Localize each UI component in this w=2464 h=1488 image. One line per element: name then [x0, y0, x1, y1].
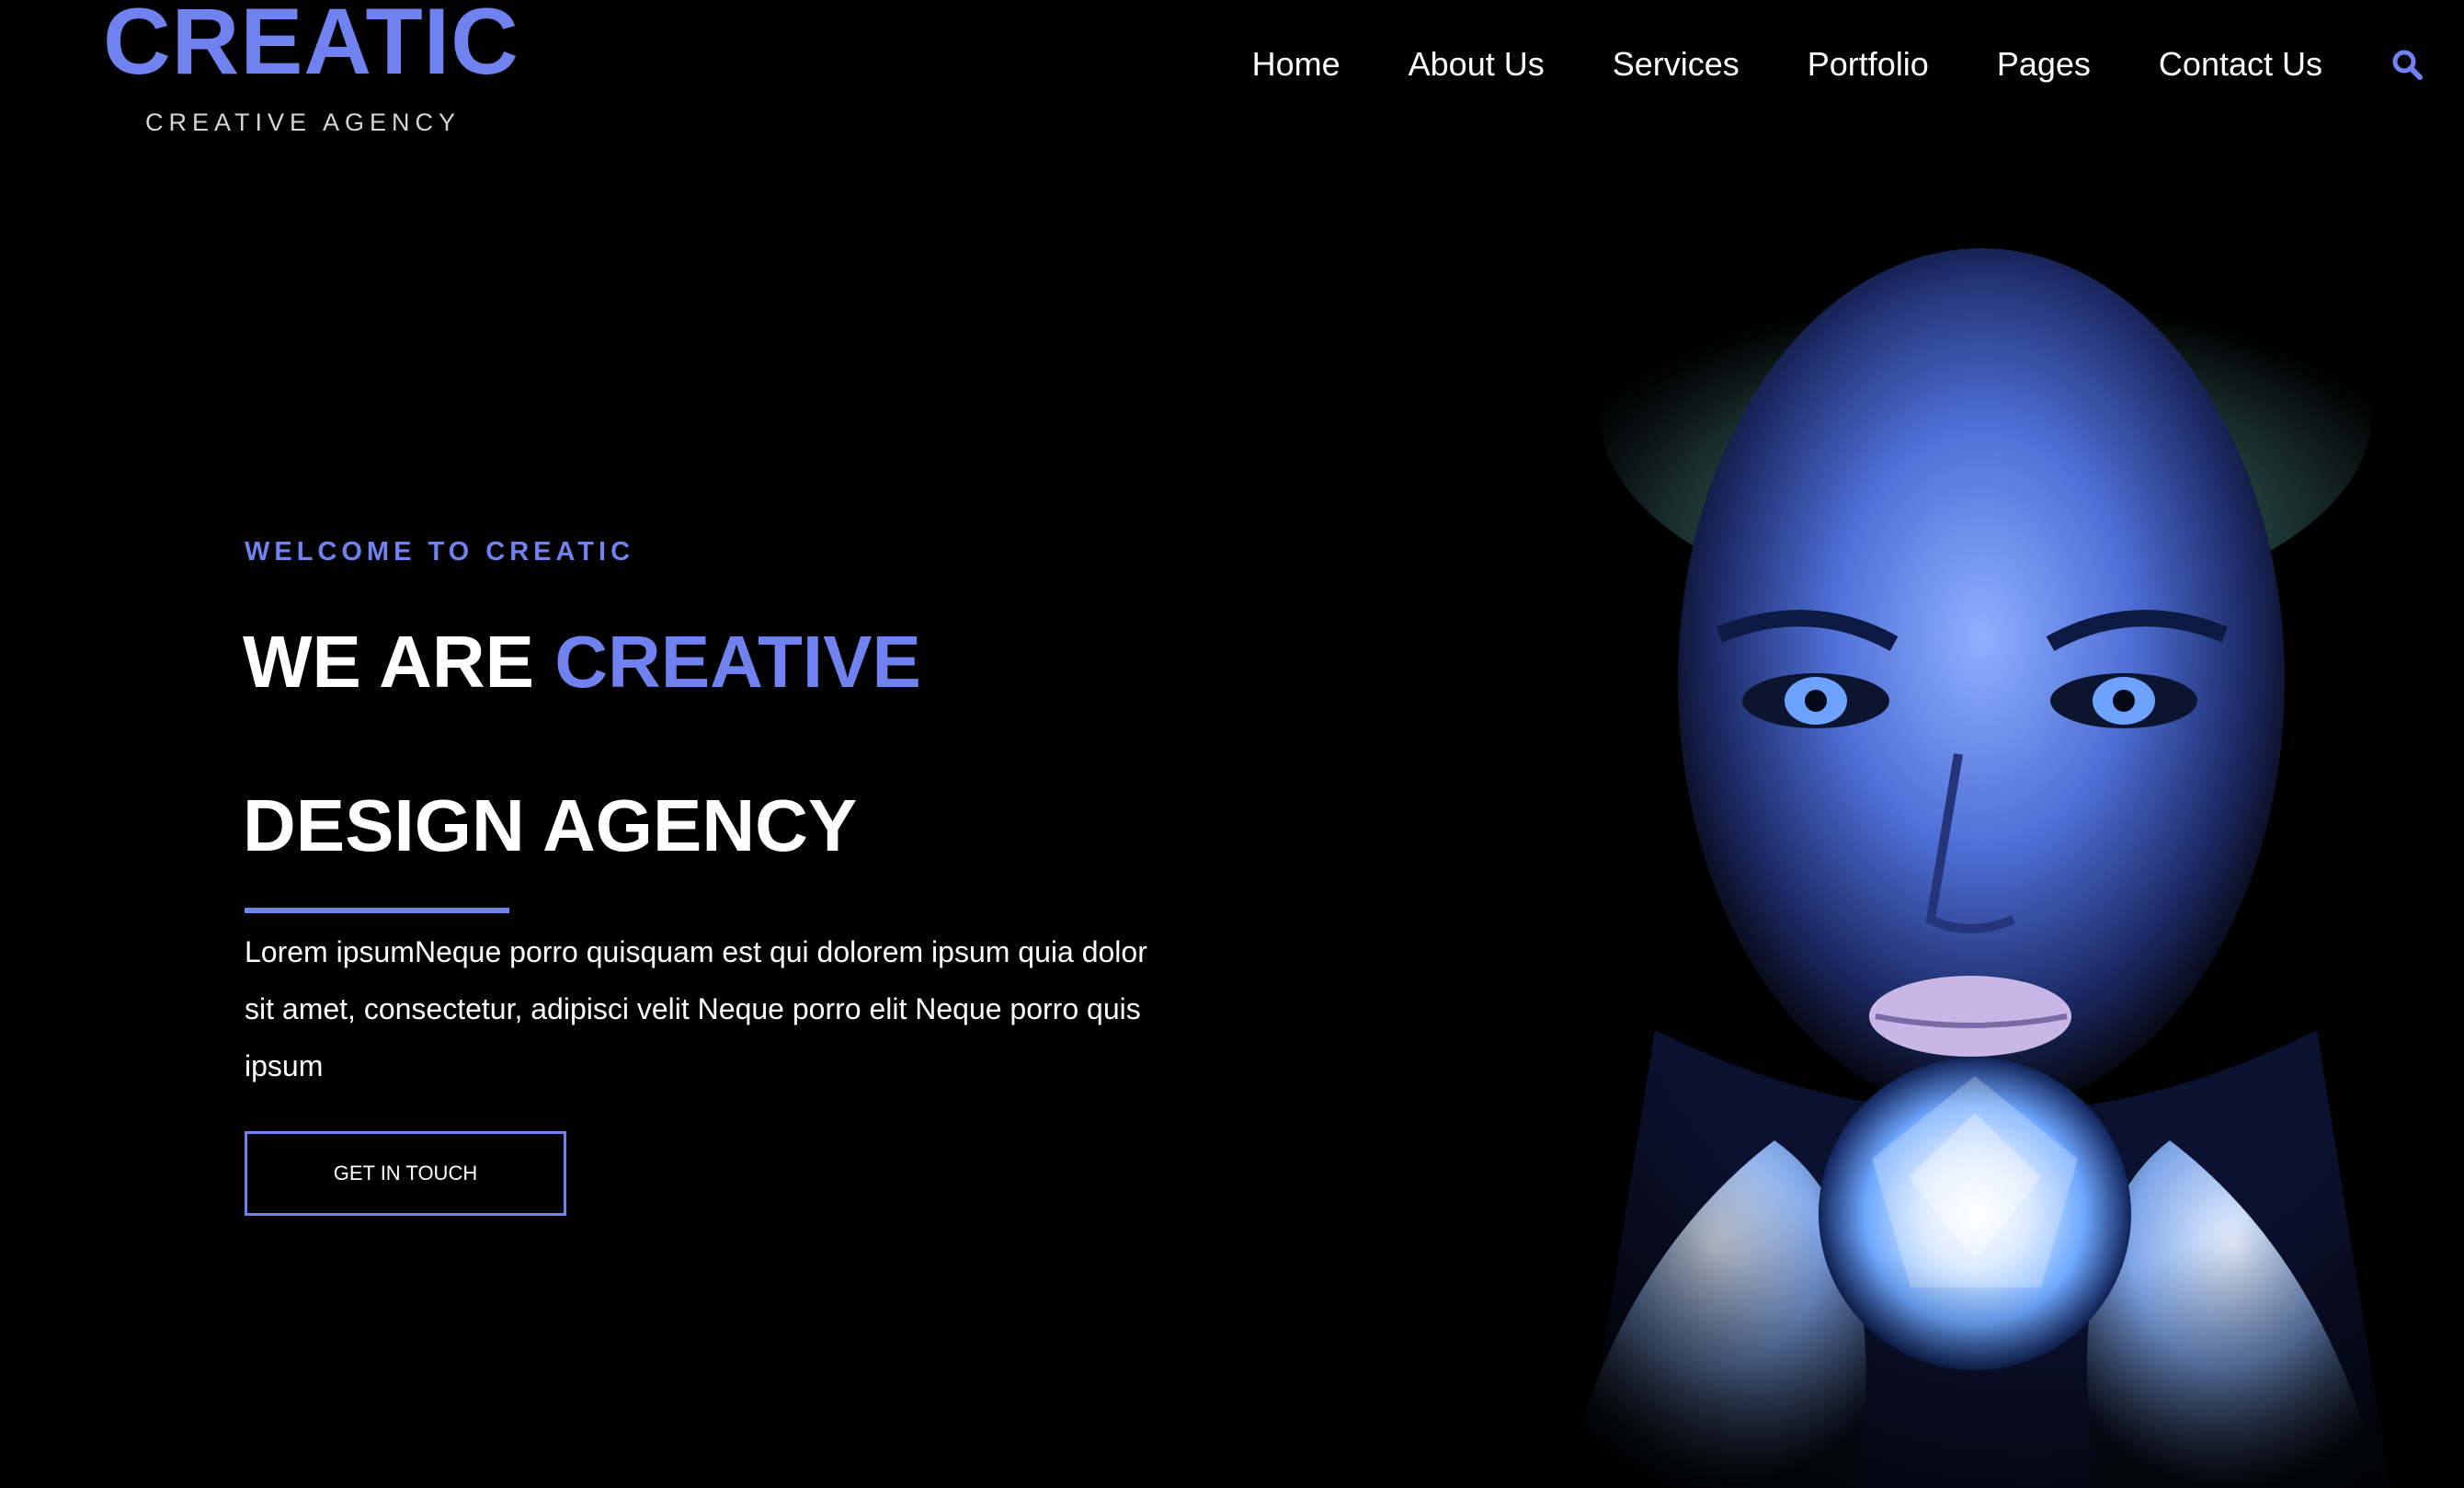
logo-wordmark: CREATIC: [103, 0, 519, 94]
headline-accent-text: CREATIVE: [554, 621, 921, 703]
hero-kicker: WELCOME TO CREATIC: [245, 537, 635, 567]
nav-item-services[interactable]: Services: [1613, 45, 1740, 84]
hero-headline-line1: WE ARE CREATIVE: [243, 625, 921, 699]
accent-divider: [245, 908, 509, 913]
nav-item-portfolio[interactable]: Portfolio: [1808, 45, 1929, 84]
headline-white-text: WE ARE: [243, 621, 555, 703]
landing-page: CREATIC CREATIVE AGENCY Home About Us Se…: [0, 0, 2464, 1488]
hero-headline-line2: DESIGN AGENCY: [243, 784, 858, 866]
nav-item-pages[interactable]: Pages: [1997, 45, 2091, 84]
nav-item-home[interactable]: Home: [1252, 45, 1340, 84]
hero-description: Lorem ipsumNeque porro quisquam est qui …: [245, 935, 1147, 1082]
logo[interactable]: CREATIC CREATIVE AGENCY: [103, 0, 519, 147]
hero-image: [1379, 202, 2464, 1488]
logo-tagline: CREATIVE AGENCY: [145, 109, 462, 136]
nav-item-about-us[interactable]: About Us: [1409, 45, 1545, 84]
get-in-touch-button[interactable]: GET IN TOUCH: [245, 1131, 566, 1216]
search-icon[interactable]: [2390, 48, 2424, 81]
nav-item-contact-us[interactable]: Contact Us: [2159, 45, 2322, 84]
main-nav: Home About Us Services Portfolio Pages C…: [1252, 39, 2464, 90]
